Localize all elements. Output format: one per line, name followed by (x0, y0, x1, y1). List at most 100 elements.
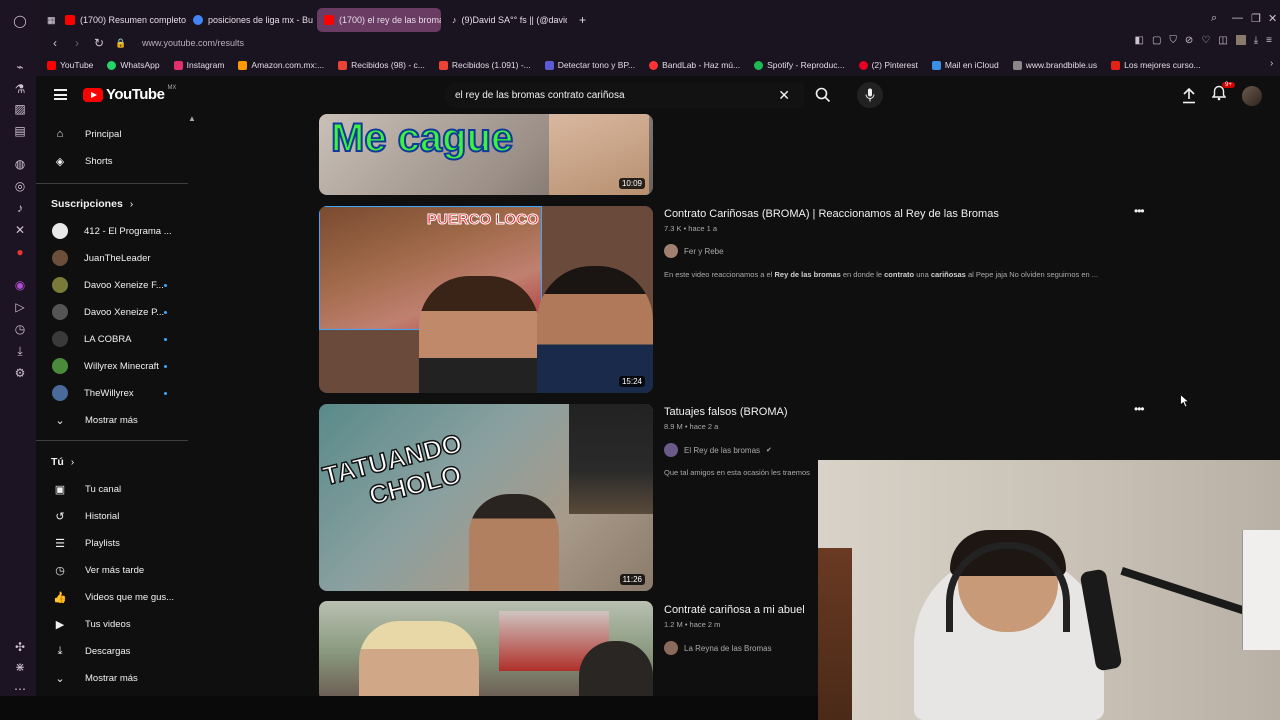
instagram-icon[interactable]: ◎ (11, 177, 29, 195)
tab-search-icon[interactable]: ⌕ (1211, 12, 1217, 25)
guide-item-principal[interactable]: ⌂ Principal (36, 121, 190, 147)
vpn-icon[interactable]: ⛉ (1169, 35, 1177, 46)
reload-icon[interactable]: ↻ (92, 36, 106, 50)
bookmark-amazon[interactable]: Amazon.com.mx:... (231, 60, 331, 70)
tab-rey-de-las-bromas[interactable]: (1700) el rey de las bromas (317, 8, 441, 32)
send-icon[interactable]: ▷ (11, 298, 29, 316)
x-icon[interactable]: ✕ (11, 221, 29, 239)
twitch-icon[interactable]: ▤ (11, 122, 29, 140)
record-icon[interactable]: ● (11, 243, 29, 261)
bookmark-gmail-2[interactable]: Recibidos (1.091) -... (432, 60, 538, 70)
mouse-cursor-icon (1180, 394, 1190, 408)
guide-item-ver-mas-tarde[interactable]: ◷ Ver más tarde (36, 557, 190, 583)
minimize-icon[interactable]: — (1232, 12, 1243, 24)
video-title[interactable]: Contraté cariñosa a mi abuel (664, 604, 805, 616)
tiktok-icon[interactable]: ♪ (11, 199, 29, 217)
profile-ext-icon[interactable] (1235, 35, 1246, 45)
downloads-rail-icon[interactable]: ⤓ (11, 342, 29, 360)
guide-item-liked-videos[interactable]: 👍 Videos que me gus... (36, 584, 190, 610)
hamburger-menu-icon[interactable] (54, 89, 67, 100)
subscription-item[interactable]: Davoo Xeneize F... (36, 272, 190, 298)
tab-tiktok[interactable]: ♪ (9)David SA°° fs || (@david (445, 8, 567, 32)
channel-link[interactable]: Fer y Rebe (664, 244, 724, 258)
subscription-item[interactable]: 412 - El Programa ... (36, 218, 190, 244)
show-more-subscriptions[interactable]: ⌄ Mostrar más (36, 407, 190, 433)
gmail-icon (438, 60, 448, 70)
music-icon[interactable]: ◉ (11, 276, 29, 294)
bookmark-instagram[interactable]: Instagram (167, 60, 232, 70)
guide-item-descargas[interactable]: ⤓ Descargas (36, 638, 190, 664)
youtube-logo[interactable]: YouTube MX (83, 85, 176, 103)
close-window-icon[interactable]: ✕ (1268, 12, 1277, 25)
gx-icon[interactable]: ⋇ (11, 658, 29, 676)
maximize-icon[interactable]: ❐ (1251, 12, 1261, 25)
bookmark-youtube[interactable]: YouTube (40, 60, 100, 70)
you-heading[interactable]: Tú › (51, 456, 74, 468)
channel-name: La Reyna de las Bromas (684, 643, 772, 653)
heart-icon[interactable]: ♡ (1201, 35, 1210, 46)
menu-toolbar-icon[interactable]: ≡ (1266, 35, 1272, 46)
guide-item-tus-videos[interactable]: ▶ Tus videos (36, 611, 190, 637)
subscriptions-heading[interactable]: Suscripciones › (51, 198, 133, 210)
video-thumbnail[interactable]: TATUANDO CHOLO 11:26 (319, 404, 653, 591)
subscription-item[interactable]: LA COBRA (36, 326, 190, 352)
video-title[interactable]: Contrato Cariñosas (BROMA) | Reaccionamo… (664, 208, 999, 220)
subscription-item[interactable]: JuanTheLeader (36, 245, 190, 271)
new-tab-button[interactable]: + (572, 8, 590, 32)
video-more-actions-icon[interactable]: ••• (1134, 402, 1145, 416)
settings-icon[interactable]: ⚙ (11, 364, 29, 382)
guide-item-historial[interactable]: ↺ Historial (36, 503, 190, 529)
video-title[interactable]: Tatuajes falsos (BROMA) (664, 406, 787, 418)
channel-link[interactable]: El Rey de las bromas ✔ (664, 443, 772, 457)
bookmarks-overflow-icon[interactable]: › (1270, 58, 1273, 69)
notifications-button[interactable]: 9+ (1211, 82, 1235, 106)
ai-icon[interactable]: ⌁ (11, 58, 29, 76)
search-box[interactable]: ✕ (444, 82, 804, 108)
channel-avatar (664, 443, 678, 457)
opera-logo-icon[interactable]: ◯ (11, 12, 29, 30)
show-more-you[interactable]: ⌄ Mostrar más (36, 665, 190, 691)
video-thumbnail[interactable]: Me cague 10:09 (319, 114, 653, 195)
back-icon[interactable]: ‹ (48, 36, 62, 50)
video-thumbnail[interactable]: PUERCO LOCO 15:24 (319, 206, 653, 393)
adblock-icon[interactable]: ⊘ (1185, 35, 1193, 46)
video-thumbnail[interactable] (319, 601, 653, 696)
video-more-actions-icon[interactable]: ••• (1134, 204, 1145, 218)
history-rail-icon[interactable]: ◷ (11, 320, 29, 338)
tab-posiciones[interactable]: posiciones de liga mx - Bu (186, 8, 314, 32)
guide-item-tu-canal[interactable]: ▣ Tu canal (36, 476, 190, 502)
guide-item-playlists[interactable]: ☰ Playlists (36, 530, 190, 556)
subscription-item[interactable]: TheWillyrex (36, 380, 190, 406)
bookmark-whatsapp[interactable]: WhatsApp (100, 60, 166, 70)
extensions-icon[interactable]: ⚗ (11, 80, 29, 98)
download-toolbar-icon[interactable]: ⤓ (1254, 35, 1258, 46)
extensions-toolbar-icon[interactable]: ◫ (1218, 35, 1227, 46)
whatsapp-icon[interactable]: ◍ (11, 155, 29, 173)
bookmark-gmail-1[interactable]: Recibidos (98) - c... (331, 60, 432, 70)
clear-search-icon[interactable]: ✕ (778, 87, 790, 104)
channel-name: Davoo Xeneize P... (84, 306, 165, 318)
notes-icon[interactable]: ▨ (11, 100, 29, 118)
bookmark-icon[interactable]: ◧ (1135, 35, 1144, 46)
guide-item-shorts[interactable]: ◈ Shorts (36, 148, 190, 174)
tab-resumen[interactable]: (1700) Resumen completo (58, 8, 186, 32)
bookmark-brandbible[interactable]: www.brandbible.us (1006, 60, 1104, 70)
bookmark-cursos[interactable]: Los mejores curso... (1104, 60, 1208, 70)
bookmark-pinterest[interactable]: (2) Pinterest (852, 60, 925, 70)
search-button[interactable] (806, 82, 840, 108)
subscription-item[interactable]: Willyrex Minecraft (36, 353, 190, 379)
bookmark-bandlab[interactable]: BandLab - Haz mú... (642, 60, 747, 70)
snapshot-icon[interactable]: ▢ (1152, 35, 1161, 46)
pin-icon[interactable]: ✣ (11, 638, 29, 656)
bookmark-spotify[interactable]: Spotify - Reproduc... (747, 60, 851, 70)
search-input[interactable] (455, 89, 765, 101)
url-field[interactable]: www.youtube.com/results (142, 38, 244, 48)
bookmark-icloud[interactable]: Mail en iCloud (925, 60, 1006, 70)
channel-link[interactable]: La Reyna de las Bromas (664, 641, 772, 655)
upload-icon[interactable] (1182, 87, 1196, 104)
bookmark-detectar-tono[interactable]: Detectar tono y BP... (538, 60, 642, 70)
account-avatar[interactable] (1242, 85, 1262, 106)
voice-search-button[interactable] (857, 82, 883, 108)
subscription-item[interactable]: Davoo Xeneize P... (36, 299, 190, 325)
forward-icon[interactable]: › (70, 36, 84, 50)
